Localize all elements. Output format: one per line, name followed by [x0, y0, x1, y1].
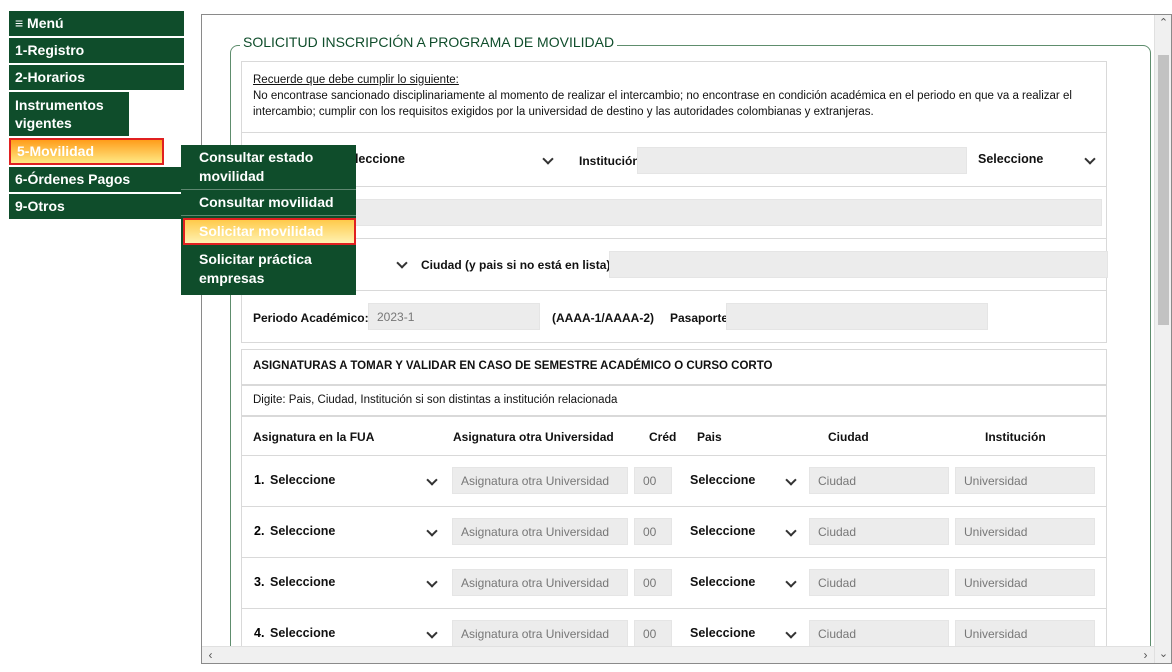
- ciudad-input[interactable]: Ciudad: [809, 620, 949, 647]
- horizontal-scrollbar[interactable]: ‹ ›: [202, 646, 1154, 663]
- detail-row: [241, 186, 1107, 239]
- submenu-consultar-movilidad[interactable]: Consultar movilidad: [181, 190, 356, 216]
- asignaturas-title: ASIGNATURAS A TOMAR Y VALIDAR EN CASO DE…: [241, 349, 1107, 385]
- ciudad-input[interactable]: Ciudad: [809, 467, 949, 494]
- chevron-down-icon: [426, 627, 438, 639]
- row-number: 1.: [254, 473, 265, 487]
- menu-item-movilidad[interactable]: 5-Movilidad: [9, 138, 164, 165]
- institucion-input[interactable]: Universidad: [955, 569, 1095, 596]
- chevron-down-icon: [426, 525, 438, 537]
- chevron-down-icon: [785, 525, 797, 537]
- pasaporte-input[interactable]: [726, 303, 988, 330]
- scroll-right-icon[interactable]: ›: [1137, 647, 1154, 663]
- institucion-input[interactable]: Universidad: [955, 620, 1095, 647]
- periodo-input[interactable]: 2023-1: [368, 303, 540, 330]
- submenu-consultar-estado[interactable]: Consultar estado movilidad: [181, 145, 356, 190]
- requirements-title: Recuerde que debe cumplir lo siguiente:: [253, 74, 459, 86]
- asignatura-otra-input[interactable]: Asignatura otra Universidad: [452, 569, 628, 596]
- asignatura-otra-input[interactable]: Asignatura otra Universidad: [452, 518, 628, 545]
- chevron-down-icon: [426, 474, 438, 486]
- period-row: Periodo Académico: 2023-1 (AAAA-1/AAAA-2…: [241, 290, 1107, 343]
- chevron-down-icon: [785, 576, 797, 588]
- ciudad-input[interactable]: Ciudad: [809, 518, 949, 545]
- periodo-label: Periodo Académico:: [253, 311, 369, 325]
- digite-note: Digite: Pais, Ciudad, Institución si son…: [241, 385, 1107, 416]
- asignatura-fua-select[interactable]: Seleccione: [264, 518, 424, 545]
- pais-select[interactable]: Seleccione: [684, 569, 784, 596]
- menu-item-otros[interactable]: 9-Otros: [9, 194, 184, 219]
- asignaturas-header: Asignatura en la FUA Asignatura otra Uni…: [241, 416, 1107, 456]
- ciudad-input[interactable]: Ciudad: [809, 569, 949, 596]
- creditos-input[interactable]: 00: [634, 569, 672, 596]
- pasaporte-label: Pasaporte:: [670, 311, 733, 325]
- detail-input[interactable]: [342, 199, 1102, 226]
- institucion-input[interactable]: [637, 147, 967, 174]
- scroll-down-icon[interactable]: ⌄: [1155, 646, 1171, 663]
- row-number: 3.: [254, 575, 265, 589]
- side-menu: ≡ Menú 1-Registro 2-Horarios Instrumento…: [9, 11, 184, 221]
- institucion-select[interactable]: Seleccione: [972, 146, 1102, 173]
- pais-select[interactable]: Seleccione: [684, 467, 784, 494]
- creditos-input[interactable]: 00: [634, 467, 672, 494]
- col-asignatura-otra: Asignatura otra Universidad: [453, 430, 614, 444]
- periodo-format-label: (AAAA-1/AAAA-2): [552, 311, 654, 325]
- chevron-down-icon: [785, 474, 797, 486]
- pais-select[interactable]: Seleccione: [684, 518, 784, 545]
- row-number: 2.: [254, 524, 265, 538]
- institution-row: eleccione Institución: Seleccione: [241, 132, 1107, 187]
- requirements-text: No encontrase sancionado disciplinariame…: [253, 90, 1072, 118]
- asignatura-fua-select[interactable]: Seleccione: [264, 620, 424, 647]
- institucion-input[interactable]: Universidad: [955, 518, 1095, 545]
- table-row: 2. Seleccione Asignatura otra Universida…: [241, 506, 1107, 558]
- content-frame: SOLICITUD INSCRIPCIÓN A PROGRAMA DE MOVI…: [201, 14, 1172, 664]
- table-row: 3. Seleccione Asignatura otra Universida…: [241, 557, 1107, 609]
- chevron-down-icon: [396, 257, 408, 269]
- menu-item-horarios[interactable]: 2-Horarios: [9, 65, 184, 90]
- menu-item-instrumentos[interactable]: Instrumentos vigentes: [9, 92, 129, 136]
- asignatura-otra-input[interactable]: Asignatura otra Universidad: [452, 620, 628, 647]
- col-pais: Pais: [697, 430, 722, 444]
- asignatura-fua-select[interactable]: Seleccione: [264, 569, 424, 596]
- vertical-scrollbar[interactable]: ⌃ ⌄: [1154, 15, 1171, 663]
- menu-item-registro[interactable]: 1-Registro: [9, 38, 184, 63]
- submenu-solicitar-practica[interactable]: Solicitar práctica empresas: [181, 247, 356, 291]
- pais-select[interactable]: Seleccione: [684, 620, 784, 647]
- institucion-input[interactable]: Universidad: [955, 467, 1095, 494]
- col-institucion: Institución: [985, 430, 1046, 444]
- movilidad-submenu: Consultar estado movilidad Consultar mov…: [181, 145, 356, 295]
- scroll-thumb[interactable]: [1158, 55, 1169, 325]
- table-row: 1. Seleccione Asignatura otra Universida…: [241, 455, 1107, 507]
- chevron-down-icon: [426, 576, 438, 588]
- program-select[interactable]: eleccione: [342, 146, 562, 173]
- col-ciudad: Ciudad: [828, 430, 869, 444]
- col-creditos: Créd: [649, 430, 677, 444]
- scroll-up-icon[interactable]: ⌃: [1155, 15, 1171, 32]
- menu-toggle[interactable]: ≡ Menú: [9, 11, 184, 36]
- creditos-input[interactable]: 00: [634, 518, 672, 545]
- scroll-left-icon[interactable]: ‹: [202, 647, 219, 663]
- creditos-input[interactable]: 00: [634, 620, 672, 647]
- asignatura-fua-select[interactable]: Seleccione: [264, 467, 424, 494]
- row-number: 4.: [254, 626, 265, 640]
- requirements-box: Recuerde que debe cumplir lo siguiente: …: [241, 61, 1107, 133]
- ciudad-label: Ciudad (y pais si no está en lista):: [421, 258, 615, 272]
- col-asignatura-fua: Asignatura en la FUA: [253, 430, 375, 444]
- asignatura-otra-input[interactable]: Asignatura otra Universidad: [452, 467, 628, 494]
- menu-item-ordenes-pagos[interactable]: 6-Órdenes Pagos: [9, 167, 184, 192]
- institucion-label: Institución:: [579, 154, 644, 168]
- submenu-solicitar-movilidad[interactable]: Solicitar movilidad: [183, 218, 356, 245]
- city-row: Ciudad (y pais si no está en lista):: [241, 238, 1108, 291]
- chevron-down-icon: [785, 627, 797, 639]
- form-legend: SOLICITUD INSCRIPCIÓN A PROGRAMA DE MOVI…: [240, 34, 618, 50]
- ciudad-input[interactable]: [609, 251, 1108, 278]
